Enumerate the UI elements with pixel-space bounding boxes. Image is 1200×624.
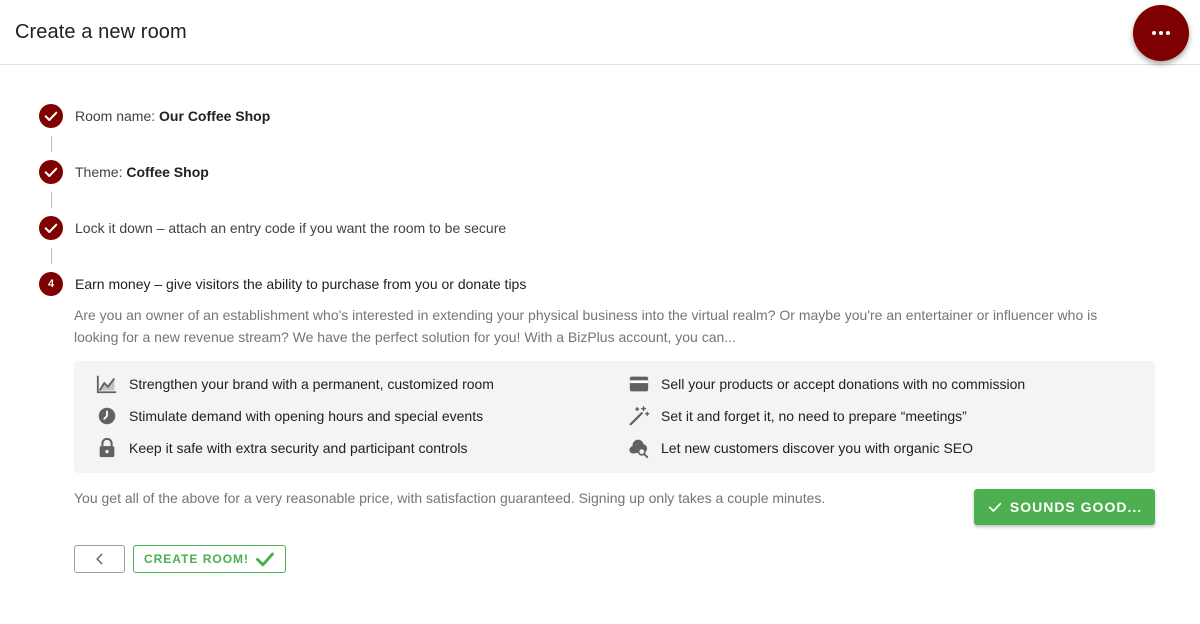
step-3-label[interactable]: Lock it down – attach an entry code if y…	[75, 220, 506, 236]
more-options-button[interactable]	[1133, 5, 1189, 61]
create-room-button[interactable]: CREATE ROOM!	[133, 545, 286, 573]
page-title: Create a new room	[15, 21, 187, 43]
chevron-left-icon	[95, 553, 102, 565]
step-1-label[interactable]: Room name: Our Coffee Shop	[75, 108, 270, 124]
step-connector	[51, 192, 52, 208]
feature-item: Sell your products or accept donations w…	[627, 373, 1025, 395]
header-bar: Create a new room	[0, 0, 1200, 65]
credit-card-icon	[627, 373, 651, 395]
sounds-good-label: SOUNDS GOOD...	[1009, 499, 1143, 515]
feature-item: Let new customers discover you with orga…	[627, 437, 973, 459]
features-panel: Strengthen your brand with a permanent, …	[74, 361, 1155, 473]
step-connector	[51, 248, 52, 264]
magic-wand-icon	[627, 405, 651, 427]
check-icon	[988, 502, 1002, 512]
check-icon	[256, 552, 275, 567]
feature-text: Let new customers discover you with orga…	[661, 440, 974, 456]
step-3-complete-check-icon	[39, 216, 63, 240]
feature-text: Strengthen your brand with a permanent, …	[129, 376, 494, 392]
step-4-number-badge: 4	[39, 272, 63, 296]
feature-text: Set it and forget it, no need to prepare…	[661, 408, 967, 424]
step-2-label-prefix: Theme:	[75, 164, 127, 180]
feature-item: Strengthen your brand with a permanent, …	[95, 373, 494, 395]
step-2-complete-check-icon	[39, 160, 63, 184]
bizplus-description: Are you an owner of an establishment who…	[74, 307, 1098, 345]
cloud-search-icon	[627, 437, 651, 459]
create-room-label: CREATE ROOM!	[143, 552, 250, 566]
step-connector	[51, 136, 52, 152]
step-2-label[interactable]: Theme: Coffee Shop	[75, 164, 209, 180]
feature-text: Keep it safe with extra security and par…	[129, 440, 468, 456]
sounds-good-button[interactable]: SOUNDS GOOD...	[974, 489, 1155, 525]
step-4-number: 4	[47, 278, 55, 290]
step-1-label-value: Our Coffee Shop	[159, 108, 271, 124]
back-button[interactable]	[74, 545, 125, 573]
pricing-note: You get all of the above for a very reas…	[74, 490, 826, 506]
lock-icon	[95, 437, 119, 459]
feature-item: Stimulate demand with opening hours and …	[95, 405, 483, 427]
more-horizontal-icon	[1152, 31, 1170, 35]
step-2-label-value: Coffee Shop	[126, 164, 209, 180]
feature-text: Sell your products or accept donations w…	[661, 376, 1026, 392]
step-1-complete-check-icon	[39, 104, 63, 128]
step-3-label-prefix: Lock it down – attach an entry code if y…	[75, 220, 507, 236]
step-1-label-prefix: Room name:	[75, 108, 160, 124]
step-4-label-prefix: Earn money – give visitors the ability t…	[75, 276, 527, 292]
trending-chart-icon	[95, 373, 119, 395]
feature-item: Keep it safe with extra security and par…	[95, 437, 468, 459]
feature-item: Set it and forget it, no need to prepare…	[627, 405, 967, 427]
clock-icon	[95, 405, 119, 427]
feature-text: Stimulate demand with opening hours and …	[129, 408, 484, 424]
step-4-label: Earn money – give visitors the ability t…	[75, 276, 526, 292]
